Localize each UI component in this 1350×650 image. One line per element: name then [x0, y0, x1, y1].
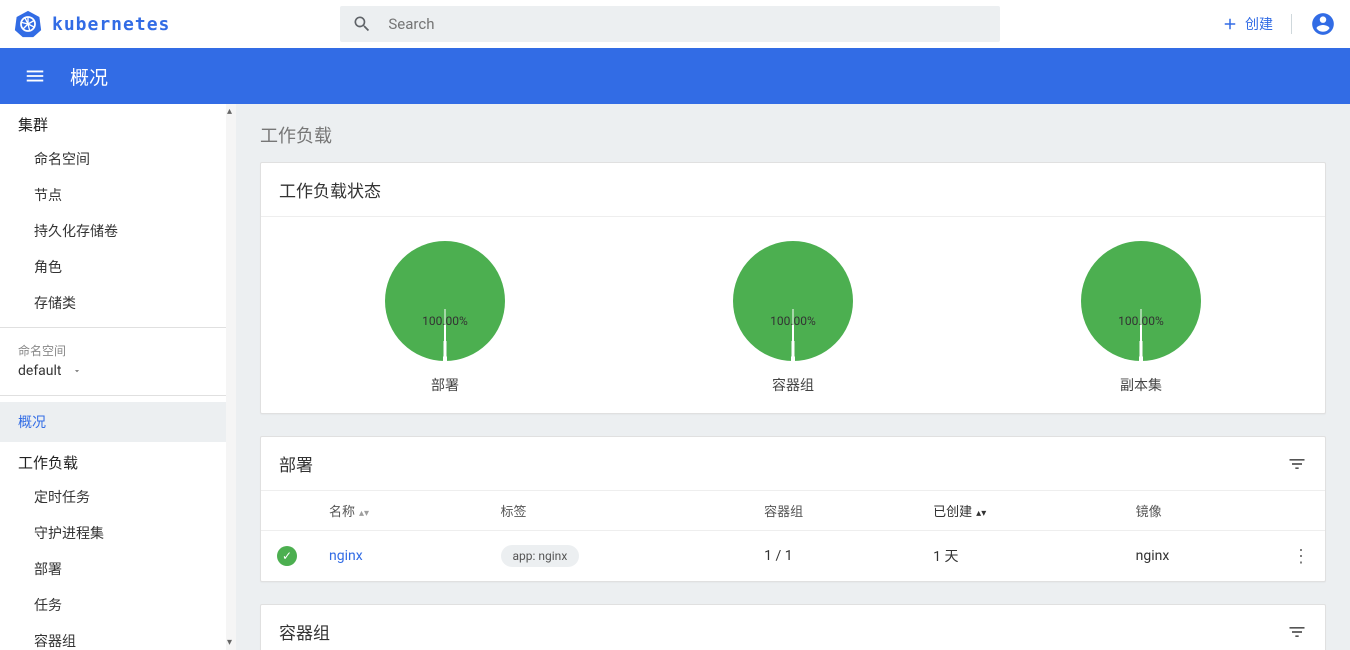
- cell-created: 1 天: [917, 531, 1119, 582]
- search-icon: [352, 14, 372, 34]
- search-input[interactable]: [388, 15, 988, 33]
- sidebar-heading-cluster[interactable]: 集群: [0, 104, 236, 141]
- pie-chart: 100.00%: [385, 241, 505, 361]
- col-pods[interactable]: 容器组: [748, 491, 917, 531]
- pie-pods: 100.00% 容器组: [733, 241, 853, 395]
- card-title: 容器组: [261, 605, 1325, 650]
- namespace-label: 命名空间: [0, 334, 236, 361]
- kubernetes-logo-icon: [14, 10, 42, 38]
- account-icon[interactable]: [1310, 11, 1336, 37]
- sidebar-item-cronjobs[interactable]: 定时任务: [0, 479, 236, 515]
- content-area: 工作负载 工作负载状态 100.00% 部署 100.00% 容器组 100.0…: [236, 104, 1350, 650]
- col-images[interactable]: 镜像: [1120, 491, 1276, 531]
- pie-deployments: 100.00% 部署: [385, 241, 505, 395]
- divider: [0, 395, 236, 396]
- create-label: 创建: [1245, 14, 1273, 34]
- namespace-selector[interactable]: default: [0, 361, 236, 389]
- pie-replicasets: 100.00% 副本集: [1081, 241, 1201, 395]
- col-labels[interactable]: 标签: [485, 491, 749, 531]
- sidebar-item-storageclass[interactable]: 存储类: [0, 285, 236, 321]
- sidebar-item-overview[interactable]: 概况: [0, 402, 236, 442]
- status-ok-icon: ✓: [277, 546, 297, 566]
- brand[interactable]: kubernetes: [14, 10, 170, 38]
- table-row[interactable]: ✓ nginx app: nginx 1 / 1 1 天 nginx ⋮: [261, 531, 1325, 582]
- sidebar: ▴▾ 集群 命名空间 节点 持久化存储卷 角色 存储类 命名空间 default…: [0, 104, 236, 650]
- search-box[interactable]: [340, 6, 1000, 42]
- create-button[interactable]: 创建: [1221, 14, 1273, 34]
- cell-image: nginx: [1120, 531, 1276, 582]
- col-created[interactable]: 已创建▴▾: [917, 491, 1119, 531]
- sidebar-item-nodes[interactable]: 节点: [0, 177, 236, 213]
- deployments-table: 名称▴▾ 标签 容器组 已创建▴▾ 镜像 ✓ nginx app: nginx …: [261, 491, 1325, 581]
- kebab-menu-icon[interactable]: ⋮: [1292, 546, 1309, 567]
- sidebar-item-daemonsets[interactable]: 守护进程集: [0, 515, 236, 551]
- pie-chart: 100.00%: [733, 241, 853, 361]
- card-title: 部署: [261, 437, 1325, 491]
- menu-icon[interactable]: [24, 65, 46, 87]
- topbar-actions: 创建: [1221, 11, 1336, 37]
- sidebar-item-jobs[interactable]: 任务: [0, 587, 236, 623]
- cell-pods: 1 / 1: [748, 531, 917, 582]
- sidebar-item-namespaces[interactable]: 命名空间: [0, 141, 236, 177]
- pods-card: 容器组: [260, 604, 1326, 650]
- page-title: 概况: [70, 63, 108, 90]
- sidebar-item-pods[interactable]: 容器组: [0, 623, 236, 650]
- brand-name: kubernetes: [52, 14, 170, 35]
- col-name[interactable]: 名称▴▾: [313, 491, 485, 531]
- pie-label: 副本集: [1120, 375, 1162, 395]
- sidebar-heading-workloads[interactable]: 工作负载: [0, 442, 236, 479]
- pie-row: 100.00% 部署 100.00% 容器组 100.00% 副本集: [261, 217, 1325, 413]
- pie-label: 容器组: [772, 375, 814, 395]
- divider: [0, 327, 236, 328]
- pie-label: 部署: [431, 375, 459, 395]
- section-title: 工作负载: [260, 122, 1326, 148]
- sidebar-item-roles[interactable]: 角色: [0, 249, 236, 285]
- card-title: 工作负载状态: [261, 163, 1325, 217]
- top-bar: kubernetes 创建: [0, 0, 1350, 48]
- scrollbar[interactable]: ▴▾: [226, 104, 236, 650]
- pie-chart: 100.00%: [1081, 241, 1201, 361]
- sidebar-item-deployments[interactable]: 部署: [0, 551, 236, 587]
- deployment-link[interactable]: nginx: [329, 548, 363, 564]
- sidebar-item-pv[interactable]: 持久化存储卷: [0, 213, 236, 249]
- workload-status-card: 工作负载状态 100.00% 部署 100.00% 容器组 100.00% 副本…: [260, 162, 1326, 414]
- label-chip: app: nginx: [501, 545, 580, 567]
- filter-icon[interactable]: [1287, 622, 1307, 642]
- chevron-down-icon: [72, 366, 82, 376]
- divider: [1291, 14, 1292, 34]
- deployments-card: 部署 名称▴▾ 标签 容器组 已创建▴▾ 镜像: [260, 436, 1326, 582]
- plus-icon: [1221, 15, 1239, 33]
- filter-icon[interactable]: [1287, 454, 1307, 474]
- sub-header: 概况: [0, 48, 1350, 104]
- namespace-selected: default: [18, 363, 62, 379]
